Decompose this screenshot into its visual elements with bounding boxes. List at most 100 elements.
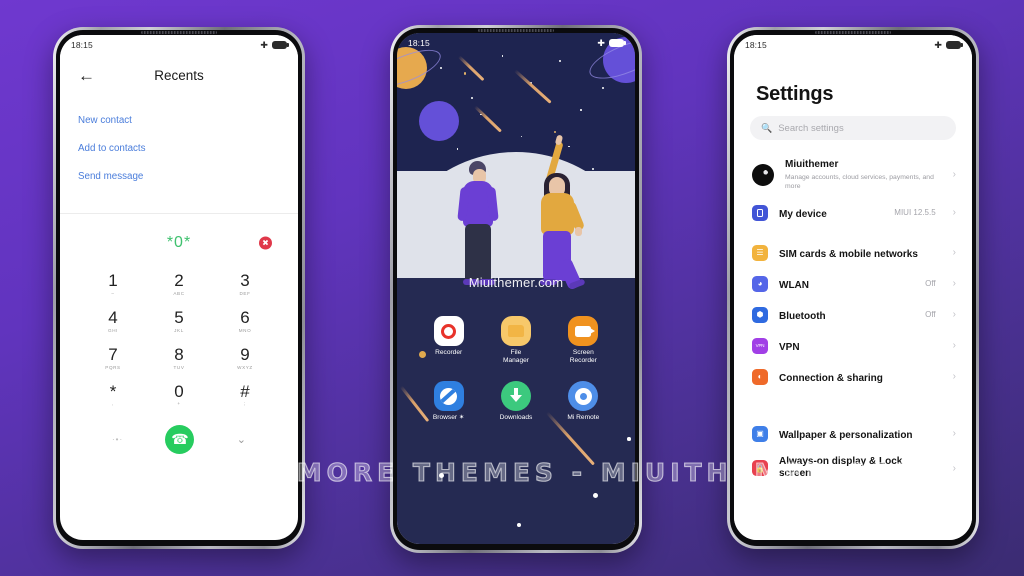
- account-subtitle: Manage accounts, cloud services, payment…: [785, 173, 934, 190]
- earpiece-grille-icon: [141, 31, 217, 34]
- key-sub: –: [111, 290, 115, 296]
- app-downloads[interactable]: Downloads: [488, 381, 544, 422]
- page-title: Settings: [756, 83, 834, 105]
- chevron-right-icon: ›: [952, 278, 956, 290]
- key-digit: 2: [174, 271, 184, 290]
- star: [439, 473, 444, 478]
- app-label: Mi Remote: [567, 414, 600, 421]
- dialed-number[interactable]: *0*: [167, 234, 191, 252]
- key-digit: 8: [174, 344, 184, 364]
- settings-row-account[interactable]: Miuithemer Manage accounts, cloud servic…: [734, 152, 972, 197]
- settings-row-sim-cards[interactable]: ☰ SIM cards & mobile networks ›: [734, 237, 972, 268]
- key-9[interactable]: 9 WXYZ: [214, 344, 276, 369]
- key-3[interactable]: 3 DEF: [214, 272, 276, 296]
- keypad-more-icon[interactable]: ·•·: [112, 435, 123, 444]
- airplane-icon: ✚: [597, 37, 605, 48]
- person-man: [455, 161, 503, 291]
- action-add-to-contacts[interactable]: Add to contacts: [78, 135, 280, 163]
- page-title: Recents: [154, 67, 204, 83]
- settings-item-label: WLAN: [779, 279, 809, 291]
- key-sub: ,: [112, 401, 114, 407]
- settings-row-bluetooth[interactable]: ⬢ Bluetooth Off ›: [734, 299, 972, 330]
- chevron-right-icon: ›: [952, 309, 956, 321]
- phone-dialer-body: 18:15 ✚ ← Recents New contact Add to con…: [56, 30, 302, 546]
- settings-row-text: Always-on display & Lock screen: [779, 456, 925, 481]
- wallpaper-icon: ▣: [752, 425, 768, 442]
- key-8[interactable]: 8 TUV: [148, 344, 210, 370]
- phone-home-screen-display: Miuithemer.com Recorder File Manager Scr…: [397, 33, 635, 544]
- action-new-contact[interactable]: New contact: [78, 107, 280, 135]
- key-sub: TUV: [173, 364, 185, 370]
- home-wallpaper: Miuithemer.com Recorder File Manager Scr…: [397, 33, 635, 544]
- settings-row-connection-sharing[interactable]: ◐ Connection & sharing ›: [734, 361, 972, 392]
- wallpaper-ground: [397, 171, 635, 278]
- settings-item-label: SIM cards & mobile networks: [779, 248, 918, 260]
- sim-card-icon: ☰: [752, 244, 768, 261]
- search-placeholder: Search settings: [778, 122, 844, 134]
- file-manager-icon: [500, 316, 531, 346]
- earpiece-grille-icon: [815, 31, 891, 34]
- earpiece-grille-icon: [478, 29, 554, 32]
- key-sub: PQRS: [105, 364, 121, 370]
- key-0[interactable]: 0 +: [148, 381, 210, 407]
- settings-row-wlan[interactable]: ◕ WLAN Off ›: [734, 268, 972, 299]
- key-1[interactable]: 1 –: [82, 272, 144, 296]
- app-label: Downloads: [499, 414, 533, 421]
- status-icons: ✚: [260, 40, 289, 50]
- search-input[interactable]: 🔍 Search settings: [750, 116, 956, 140]
- settings-row-text: WLAN: [779, 275, 914, 293]
- key-star[interactable]: * ,: [82, 382, 144, 407]
- call-phone-icon[interactable]: ☎: [165, 425, 195, 455]
- dialer-top-section: ← Recents New contact Add to contacts Se…: [60, 35, 298, 214]
- chevron-down-icon[interactable]: ⌄: [237, 433, 246, 446]
- key-5[interactable]: 5 JKL: [148, 308, 210, 332]
- settings-row-vpn[interactable]: VPN VPN ›: [734, 330, 972, 361]
- key-digit: 4: [108, 307, 118, 327]
- number-display-row: *0* ✖: [60, 226, 298, 260]
- key-sub: ABC: [173, 290, 185, 296]
- status-bar: 18:15 ✚: [397, 33, 635, 53]
- delete-backspace-icon[interactable]: ✖: [259, 236, 272, 250]
- meteor: [513, 69, 552, 104]
- dialer-actions: New contact Add to contacts Send message: [60, 95, 298, 191]
- key-digit: 3: [240, 271, 250, 290]
- mi-remote-icon: [568, 381, 599, 411]
- settings-row-always-on-display[interactable]: 🔒 Always-on display & Lock screen ›: [734, 449, 972, 487]
- divider: [60, 213, 298, 214]
- key-7[interactable]: 7 PQRS: [82, 344, 144, 370]
- status-bar: 18:15 ✚: [60, 35, 298, 55]
- action-send-message[interactable]: Send message: [78, 163, 280, 191]
- battery-icon: [272, 41, 289, 49]
- phone-settings-screen: 18:15 ✚ Settings 🔍 Search settings Miuit…: [734, 35, 972, 540]
- settings-item-label: Connection & sharing: [779, 372, 883, 384]
- app-label: File Manager: [502, 349, 529, 365]
- status-icons: ✚: [934, 40, 963, 50]
- app-browser[interactable]: Browser ✶: [421, 381, 477, 422]
- app-label: Browser ✶: [432, 414, 465, 421]
- key-sub: +: [177, 401, 181, 407]
- phone-settings-body: 18:15 ✚ Settings 🔍 Search settings Miuit…: [730, 30, 976, 546]
- dialpad-row: * , 0 + # ;: [82, 381, 276, 407]
- key-sub: ;: [244, 401, 246, 407]
- key-digit: 9: [240, 344, 250, 364]
- key-6[interactable]: 6 MNO: [214, 308, 276, 332]
- app-screen-recorder[interactable]: Screen Recorder: [555, 316, 611, 365]
- bluetooth-icon: ⬢: [752, 306, 768, 323]
- settings-item-value: Off: [925, 279, 936, 289]
- key-hash[interactable]: # ;: [214, 382, 276, 407]
- star: [593, 493, 598, 498]
- key-digit: 1: [108, 271, 118, 290]
- key-digit: 7: [108, 344, 118, 364]
- key-digit: 0: [174, 381, 184, 401]
- app-recorder[interactable]: Recorder: [421, 316, 477, 365]
- key-4[interactable]: 4 GHI: [82, 307, 144, 332]
- dialpad: 1 – 2 ABC 3 DEF 4 GHI 5 JKL 6 MNO 7 PQRS…: [60, 260, 298, 455]
- settings-row-wallpaper[interactable]: ▣ Wallpaper & personalization ›: [734, 418, 972, 449]
- meteor: [457, 55, 485, 82]
- app-mi-remote[interactable]: Mi Remote: [555, 381, 611, 422]
- meteor: [473, 105, 502, 133]
- person-woman: [525, 134, 586, 291]
- app-file-manager[interactable]: File Manager: [488, 316, 544, 365]
- key-2[interactable]: 2 ABC: [148, 272, 210, 296]
- settings-row-my-device[interactable]: My device MIUI 12.5.5 ›: [734, 197, 972, 228]
